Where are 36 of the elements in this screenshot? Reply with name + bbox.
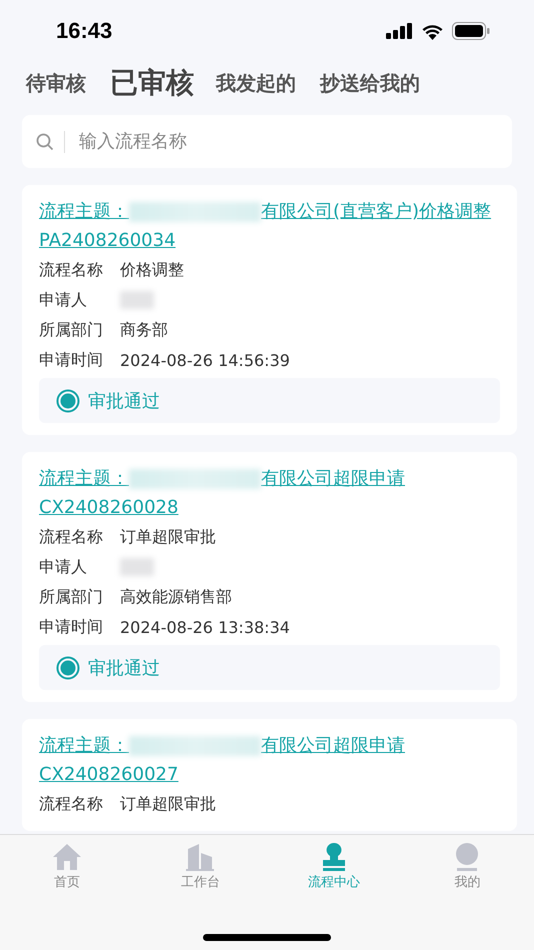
field-label: 所属部门	[39, 320, 104, 340]
status-dot-icon	[56, 388, 80, 412]
field-value: 高效能源销售部	[120, 586, 232, 608]
status-time: 16:43	[56, 18, 112, 44]
tab[interactable]: 我发起的	[216, 70, 296, 96]
field-value: 订单超限审批	[120, 794, 216, 814]
field-label: 所属部门	[39, 586, 104, 608]
field-label: 申请时间	[39, 350, 104, 370]
home-icon	[52, 843, 82, 871]
process-card[interactable]: 流程主题： 有限公司超限申请CX2408260028 流程名称 订单超限审批 申请人 所属部门 高效能源销售部 申请时间 2024-08-26 13:38:34 审批通过	[22, 452, 517, 702]
search-field[interactable]: 输入流程名称	[22, 115, 512, 168]
field-value: 2024-08-26 14:56:39	[120, 350, 290, 370]
process-card[interactable]: 流程主题： 有限公司超限申请CX2408260027 流程名称 订单超限审批	[22, 719, 517, 831]
field-value: 价格调整	[120, 260, 184, 280]
field-value: 2024-08-26 13:38:34	[120, 618, 290, 636]
status-dot-icon	[56, 656, 80, 680]
tab[interactable]: 待审核	[26, 70, 86, 96]
field-value: 商务部	[120, 320, 168, 340]
tab[interactable]: 抄送给我的	[320, 70, 420, 96]
signal-icon	[386, 23, 413, 39]
field-label: 申请人	[39, 556, 88, 578]
wifi-icon	[421, 22, 444, 40]
status-text: 审批通过	[88, 390, 160, 412]
battery-icon	[452, 22, 490, 40]
field-label: 流程名称	[39, 794, 104, 814]
field-label: 申请时间	[39, 616, 104, 638]
field-value: 订单超限审批	[120, 526, 216, 548]
field-label: 流程名称	[39, 260, 104, 280]
status-text: 审批通过	[88, 656, 160, 680]
search-field[interactable]: 输入流程名称	[77, 130, 498, 153]
buildings-icon	[185, 843, 216, 871]
search-icon	[36, 132, 54, 150]
tab[interactable]: 已审核	[110, 64, 194, 102]
field-label: 申请人	[39, 290, 88, 310]
field-label: 流程名称	[39, 526, 104, 548]
process-card[interactable]: 流程主题： 有限公司(直营客户)价格调整PA2408260034 流程名称 价格调整 申请人 所属部门 商务部 申请时间 2024-08-26 14:56:39 审批通过	[22, 185, 517, 435]
